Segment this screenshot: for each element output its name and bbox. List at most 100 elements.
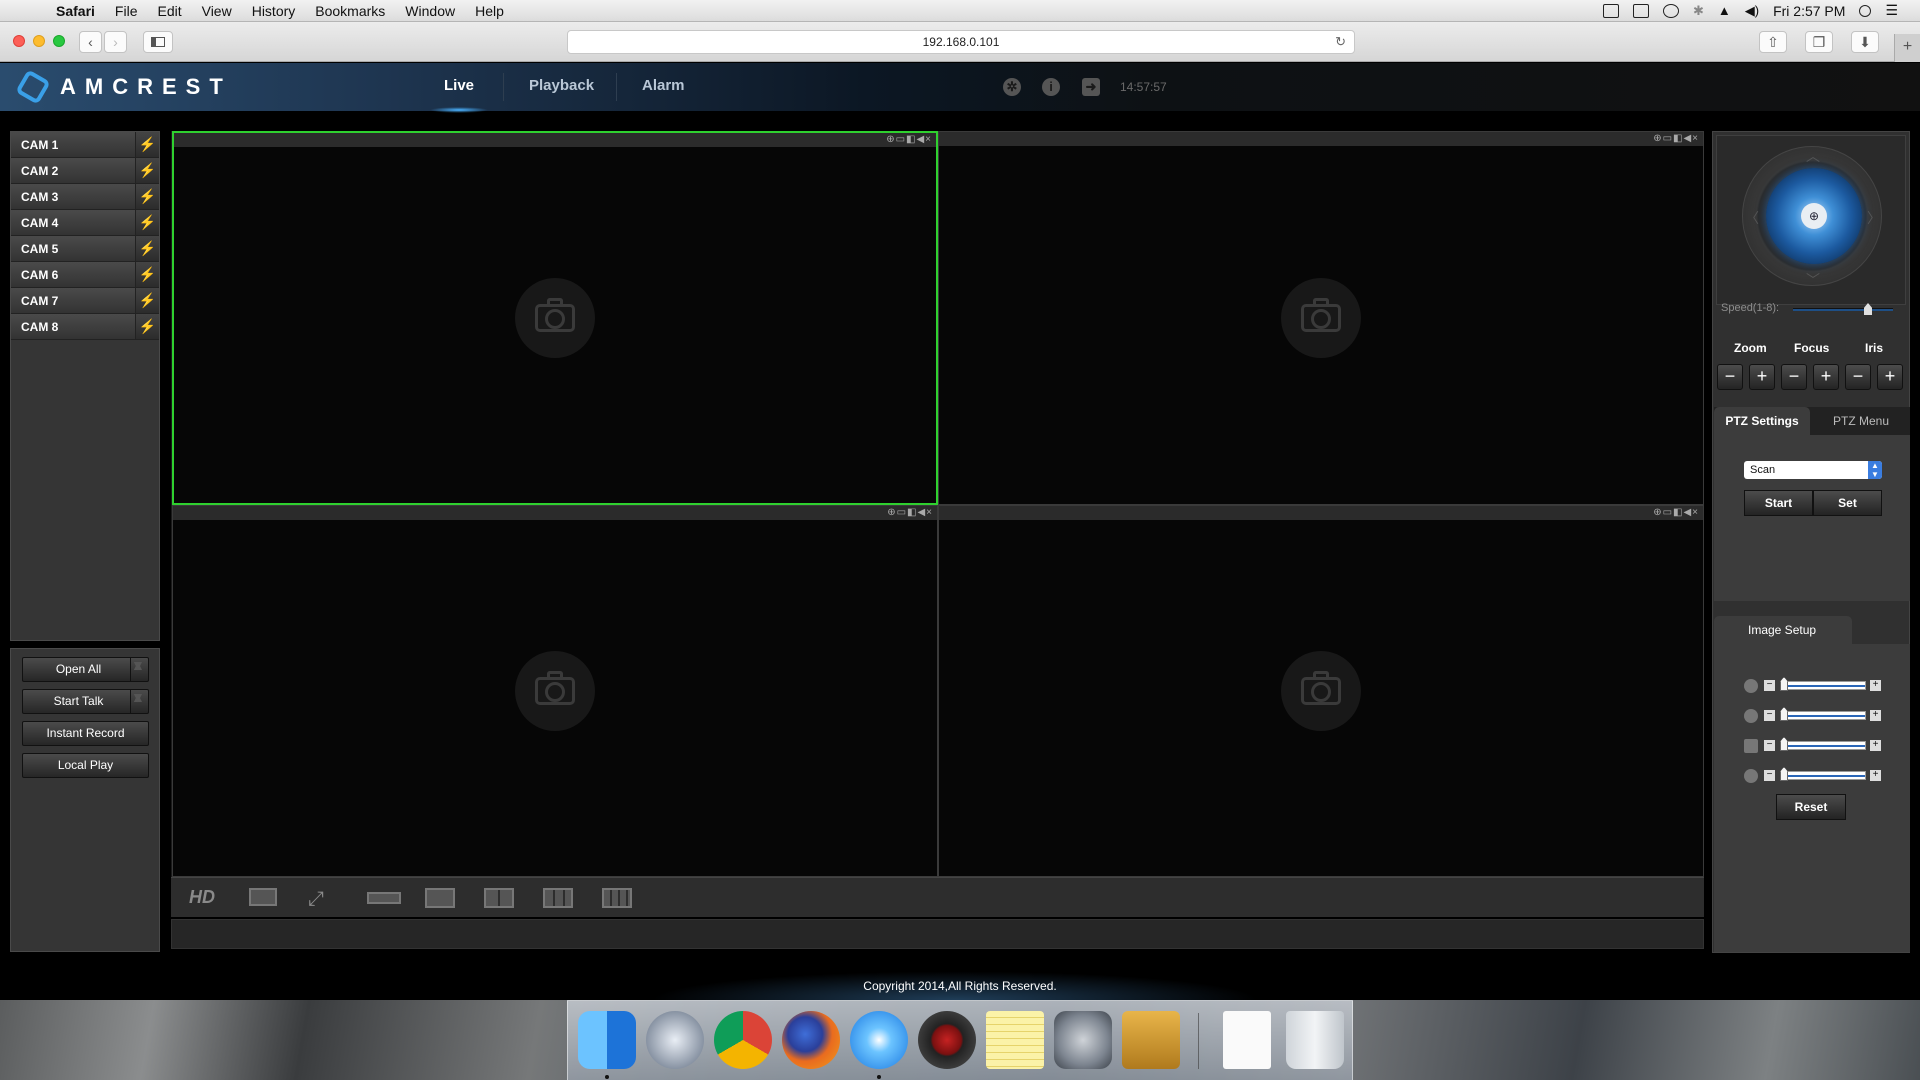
video-pane-4[interactable]: ⊕▭◧◀× xyxy=(938,505,1704,877)
ptz-start-button[interactable]: Start xyxy=(1744,490,1813,516)
video-pane-1[interactable]: ⊕▭◧◀× xyxy=(172,131,938,505)
layout-4x4-icon[interactable] xyxy=(602,888,632,908)
fullscreen-icon[interactable]: ⤢ xyxy=(308,888,324,911)
connect-plug-icon[interactable]: ⚡ xyxy=(135,184,159,209)
pane-controls[interactable]: ⊕▭◧◀× xyxy=(886,134,932,145)
menu-history[interactable]: History xyxy=(252,3,296,19)
connect-plug-icon[interactable]: ⚡ xyxy=(135,158,159,183)
minimize-window-button[interactable] xyxy=(33,35,45,47)
hue-slider[interactable] xyxy=(1780,771,1866,780)
menu-file[interactable]: File xyxy=(115,3,138,19)
new-tab-button[interactable]: + xyxy=(1894,34,1920,62)
mission-control-icon[interactable] xyxy=(1602,3,1619,18)
camera-list-item[interactable]: CAM 5 ⚡ xyxy=(11,236,159,262)
hue-plus-button[interactable]: + xyxy=(1870,770,1881,781)
firefox-icon[interactable] xyxy=(782,1011,840,1069)
start-talk-button[interactable]: Start Talk ▲ ▼ xyxy=(22,689,149,714)
connect-plug-icon[interactable]: ⚡ xyxy=(135,132,159,157)
ptz-down-arrow-icon[interactable]: ﹀ xyxy=(1806,270,1820,290)
layout-2x2-icon[interactable] xyxy=(484,888,514,908)
tabs-overview-button[interactable]: ❐ xyxy=(1805,31,1833,53)
ptz-left-arrow-icon[interactable]: 〈 xyxy=(1745,208,1759,228)
zoom-window-button[interactable] xyxy=(53,35,65,47)
launchpad-icon[interactable] xyxy=(646,1011,704,1069)
volume-icon[interactable]: ◀) xyxy=(1745,3,1759,19)
pane-controls[interactable]: ⊕▭◧◀× xyxy=(887,507,933,518)
focus-minus-button[interactable]: − xyxy=(1781,364,1807,390)
ptz-mode-select[interactable]: Scan ▲ ▼ xyxy=(1744,461,1882,479)
system-preferences-icon[interactable] xyxy=(1054,1011,1112,1069)
start-talk-dropdown[interactable]: ▲ ▼ xyxy=(130,690,148,713)
wifi-icon[interactable]: ▲ xyxy=(1718,3,1731,18)
time-machine-icon[interactable] xyxy=(1662,3,1679,18)
contrast-slider-handle[interactable] xyxy=(1780,707,1788,721)
trash-icon[interactable] xyxy=(1286,1011,1344,1069)
iris-plus-button[interactable]: + xyxy=(1877,364,1903,390)
chrome-icon[interactable] xyxy=(714,1011,772,1069)
documents-stack-icon[interactable] xyxy=(1223,1011,1271,1069)
logout-icon[interactable]: ➜ xyxy=(1082,78,1100,96)
contrast-slider[interactable] xyxy=(1780,711,1866,720)
menu-bookmarks[interactable]: Bookmarks xyxy=(315,3,385,19)
open-all-button[interactable]: Open All ▲ ▼ xyxy=(22,657,149,682)
brightness-minus-button[interactable]: − xyxy=(1764,680,1775,691)
menu-app-safari[interactable]: Safari xyxy=(56,3,95,19)
ptz-up-arrow-icon[interactable]: ︿ xyxy=(1806,146,1820,166)
connect-plug-icon[interactable]: ⚡ xyxy=(135,210,159,235)
sidebar-toggle-button[interactable] xyxy=(143,31,173,53)
pane-controls[interactable]: ⊕▭◧◀× xyxy=(1653,133,1699,144)
zoom-in-button[interactable]: + xyxy=(1749,364,1775,390)
saturation-slider[interactable] xyxy=(1780,741,1866,750)
layout-3x3-icon[interactable] xyxy=(543,888,573,908)
share-button[interactable]: ⇧ xyxy=(1759,31,1787,53)
finder-icon[interactable] xyxy=(578,1011,636,1069)
brightness-slider-handle[interactable] xyxy=(1780,677,1788,691)
connect-plug-icon[interactable]: ⚡ xyxy=(135,236,159,261)
connect-plug-icon[interactable]: ⚡ xyxy=(135,262,159,287)
camera-list-item[interactable]: CAM 4 ⚡ xyxy=(11,210,159,236)
airplay-icon[interactable] xyxy=(1632,3,1649,18)
back-button[interactable]: ‹ xyxy=(79,31,102,53)
focus-plus-button[interactable]: + xyxy=(1813,364,1839,390)
menu-view[interactable]: View xyxy=(202,3,232,19)
saturation-plus-button[interactable]: + xyxy=(1870,740,1881,751)
ptz-center-zoom-icon[interactable]: ⊕ xyxy=(1801,203,1827,229)
contrast-plus-button[interactable]: + xyxy=(1870,710,1881,721)
safari-icon[interactable] xyxy=(850,1011,908,1069)
video-pane-2[interactable]: ⊕▭◧◀× xyxy=(938,131,1704,505)
tab-ptz-settings[interactable]: PTZ Settings xyxy=(1714,407,1810,435)
reload-icon[interactable]: ↻ xyxy=(1335,31,1346,53)
hd-toggle-button[interactable]: HD xyxy=(189,887,215,908)
notes-icon[interactable] xyxy=(986,1011,1044,1069)
image-reset-button[interactable]: Reset xyxy=(1776,794,1846,820)
camera-list-item[interactable]: CAM 6 ⚡ xyxy=(11,262,159,288)
forward-button[interactable]: › xyxy=(104,31,127,53)
instant-record-button[interactable]: Instant Record xyxy=(22,721,149,746)
nav-tab-alarm[interactable]: Alarm xyxy=(642,77,685,94)
camera-list-item[interactable]: CAM 1 ⚡ xyxy=(11,132,159,158)
settings-gear-icon[interactable]: ✲ xyxy=(1003,78,1021,96)
menu-help[interactable]: Help xyxy=(475,3,504,19)
screen-recorder-icon[interactable] xyxy=(918,1011,976,1069)
brightness-plus-button[interactable]: + xyxy=(1870,680,1881,691)
ptz-joystick[interactable]: ⊕ xyxy=(1766,168,1862,264)
layout-single-row-icon[interactable] xyxy=(367,892,401,904)
ptz-set-button[interactable]: Set xyxy=(1813,490,1882,516)
pane-controls[interactable]: ⊕▭◧◀× xyxy=(1653,507,1699,518)
brightness-slider[interactable] xyxy=(1780,681,1866,690)
close-window-button[interactable] xyxy=(13,35,25,47)
downloads-button[interactable]: ⬇ xyxy=(1851,31,1879,53)
camera-list-item[interactable]: CAM 3 ⚡ xyxy=(11,184,159,210)
contrast-minus-button[interactable]: − xyxy=(1764,710,1775,721)
hue-minus-button[interactable]: − xyxy=(1764,770,1775,781)
tab-ptz-menu[interactable]: PTZ Menu xyxy=(1812,407,1910,435)
camera-list-item[interactable]: CAM 2 ⚡ xyxy=(11,158,159,184)
info-icon[interactable]: i xyxy=(1042,78,1060,96)
camera-list-item[interactable]: CAM 8 ⚡ xyxy=(11,314,159,340)
open-all-dropdown[interactable]: ▲ ▼ xyxy=(130,658,148,681)
connect-plug-icon[interactable]: ⚡ xyxy=(135,288,159,313)
image-setup-tab[interactable]: Image Setup xyxy=(1714,616,1852,644)
saturation-slider-handle[interactable] xyxy=(1780,737,1788,751)
saturation-minus-button[interactable]: − xyxy=(1764,740,1775,751)
menu-window[interactable]: Window xyxy=(405,3,455,19)
